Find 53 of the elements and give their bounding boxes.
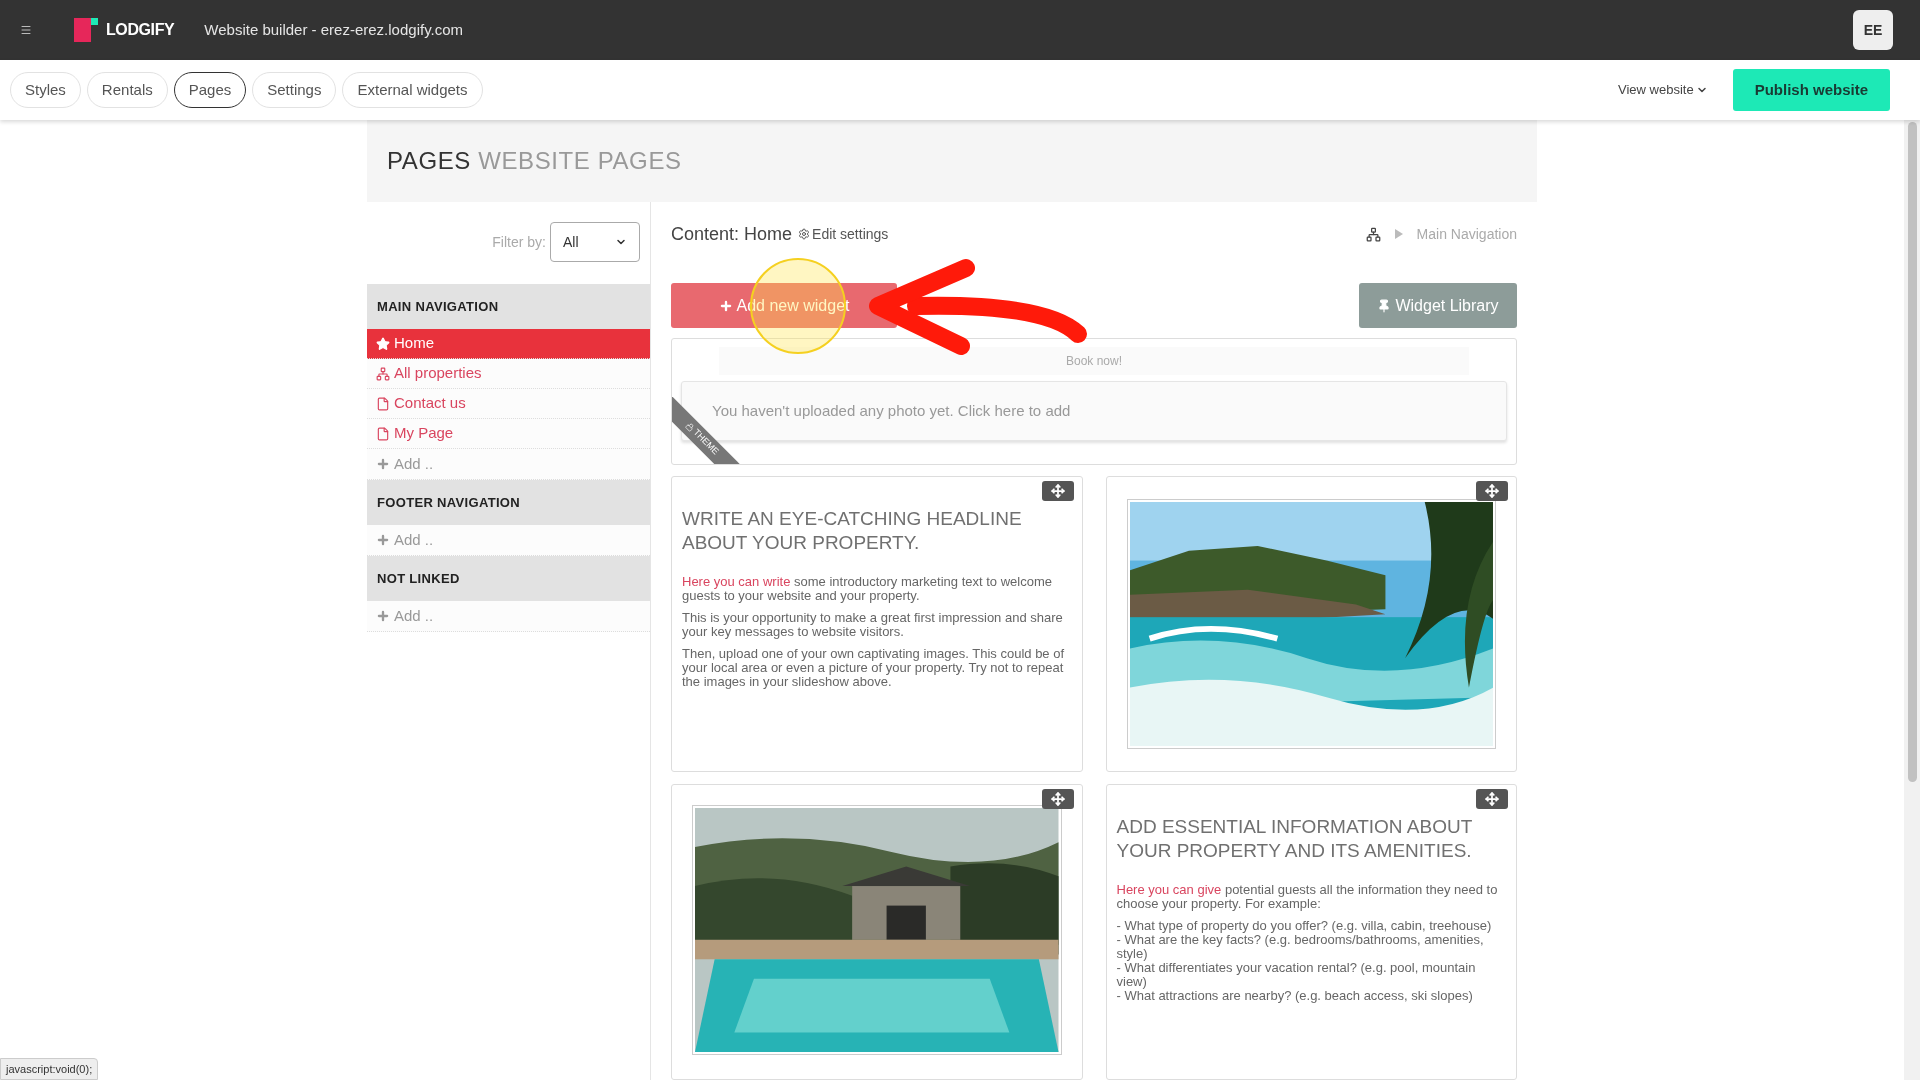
section-header: MAIN NAVIGATION (367, 284, 650, 329)
move-icon (1485, 792, 1499, 806)
plus-icon (718, 298, 733, 313)
lock-icon (684, 421, 696, 433)
widget-paragraph: Here you can give potential guests all the information they need to choose your property. For example: (1116, 883, 1499, 911)
list-line: - What attractions are nearby? (e.g. beach access, ski slopes) (1116, 989, 1474, 1003)
menu-button[interactable] (20, 23, 34, 37)
sitemap-icon (376, 366, 390, 381)
status-url: javascript:void(0); (0, 1057, 99, 1080)
widget-library-button[interactable]: Widget Library (1359, 283, 1517, 328)
book-now-button[interactable]: Book now! (719, 347, 1469, 375)
move-icon (1050, 484, 1065, 498)
edit-settings-link[interactable]: Edit settings (798, 223, 889, 245)
logo-text: LODGIFY (106, 20, 175, 40)
widget-paragraph: Here you can write some introductory marketing text to welcome guests to your website and your property. (682, 575, 1053, 603)
page-icon (376, 426, 390, 441)
scrollbar[interactable] (1904, 120, 1920, 1080)
move-icon (1485, 484, 1499, 498)
widget-headline: WRITE AN EYE-CATCHING HEADLINE ABOUT YOUR PROPERTY. (682, 507, 1023, 555)
user-avatar[interactable]: EE (1853, 10, 1893, 50)
menu-icon (20, 24, 32, 36)
content-title: Content: Home (671, 222, 793, 246)
widget-paragraph: This is your opportunity to make a great first impression and share your key messages to website visitors. (682, 611, 1064, 639)
list-line: - What differentiates your vacation rental? (e.g. pool, mountain view) (1116, 961, 1477, 989)
plus-icon (376, 609, 390, 623)
section-header: FOOTER NAVIGATION (367, 480, 650, 525)
window-title: Website builder - erez-erez.lodgify.com (204, 19, 464, 40)
move-handle[interactable] (1476, 789, 1508, 809)
plus-icon (376, 457, 390, 471)
section-header: NOT LINKED (367, 556, 650, 601)
page-title: PAGES WEBSITE PAGES (387, 146, 682, 176)
play-icon (1394, 229, 1403, 239)
list-line: - What type of property do you offer? (e.g. villa, cabin, treehouse) (1116, 919, 1493, 933)
logo-icon (74, 18, 98, 42)
pin-icon (1377, 298, 1392, 313)
widget-paragraph: Then, upload one of your own captivating images. This could be of your local area or even a picture of your property. Try not to repeat the images in your slideshow above. (682, 647, 1066, 689)
publish-button[interactable]: Publish website (1732, 69, 1890, 111)
star-icon (376, 336, 390, 351)
view-website-dropdown[interactable]: View website (1618, 80, 1708, 100)
breadcrumb-link[interactable]: Main Navigation (1416, 223, 1517, 245)
filter-label: Filter by: (492, 232, 546, 252)
nav-item[interactable]: Home (367, 329, 650, 359)
move-handle[interactable] (1041, 789, 1074, 809)
move-handle[interactable] (1041, 481, 1074, 501)
list-line: - What are the key facts? (e.g. bedrooms/bathrooms, amenities, style) (1116, 933, 1484, 961)
widget-headline: ADD ESSENTIAL INFORMATION ABOUT YOUR PROPERTY AND ITS AMENITIES. (1116, 815, 1473, 863)
plus-icon (376, 533, 390, 547)
page-icon (376, 396, 390, 411)
move-icon (1050, 792, 1065, 806)
filter-select[interactable]: All (550, 222, 640, 262)
move-handle[interactable] (1476, 481, 1508, 501)
settings-icon (798, 228, 811, 240)
sitemap-icon (1365, 226, 1381, 242)
